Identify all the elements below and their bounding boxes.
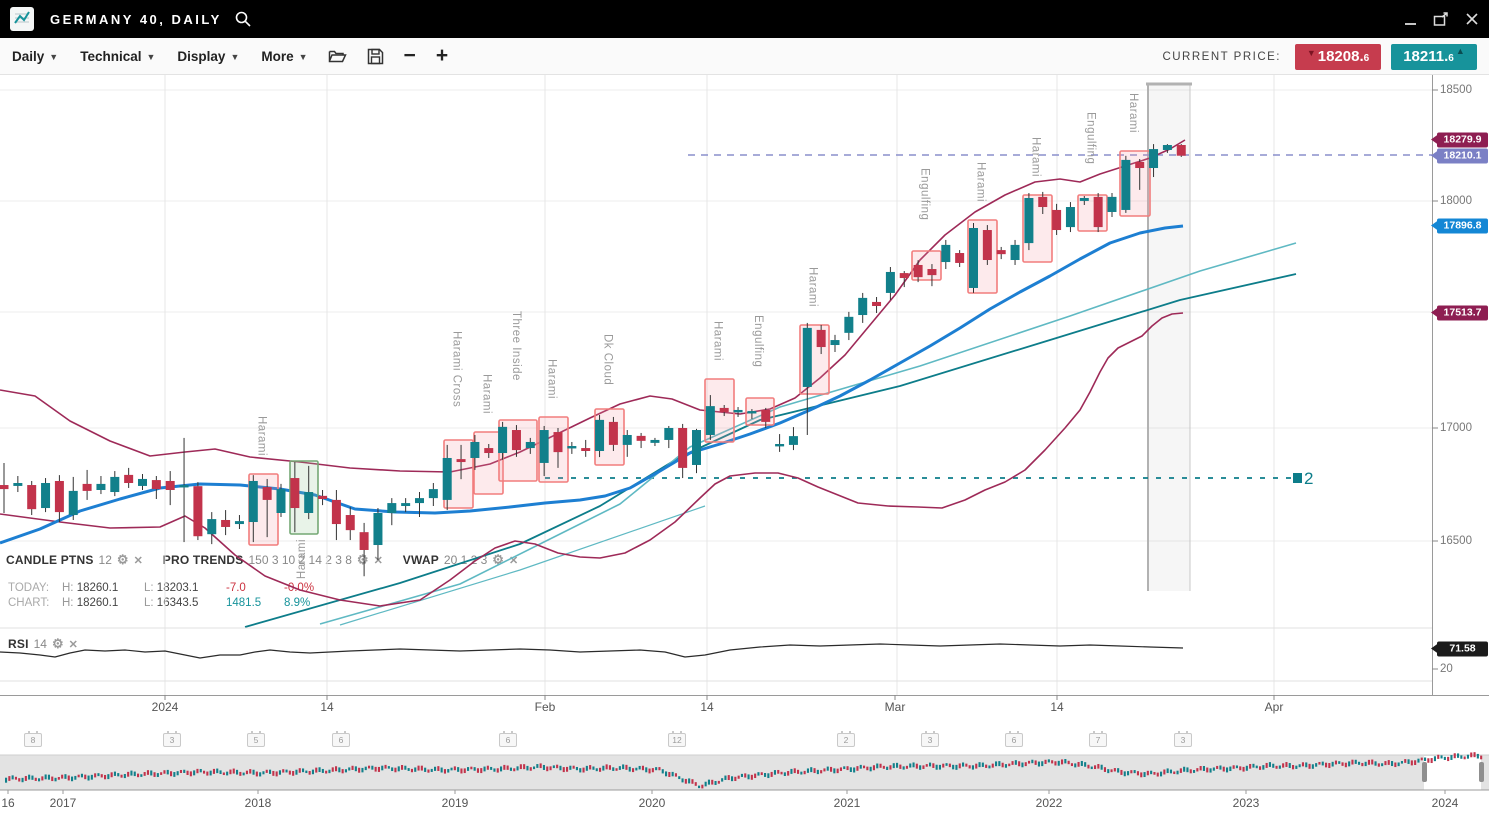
candle xyxy=(886,267,895,300)
candle xyxy=(152,476,161,499)
menu-timeframe[interactable]: Daily▼ xyxy=(12,49,58,64)
buy-price-button[interactable]: 18211.6▲ xyxy=(1391,44,1477,70)
candle xyxy=(429,483,438,506)
candle xyxy=(96,476,105,494)
candle xyxy=(41,478,50,512)
candle xyxy=(941,240,950,269)
candle xyxy=(124,468,133,488)
app-window: 2 HaramiHaramiHarami CrossHaramiThree In… xyxy=(0,0,1489,823)
popout-button[interactable] xyxy=(1433,12,1449,27)
candle xyxy=(637,433,646,448)
candle xyxy=(789,427,798,450)
candle xyxy=(831,335,840,352)
rsi-line xyxy=(0,644,1183,658)
candle xyxy=(955,250,964,267)
app-logo-icon xyxy=(10,7,34,31)
candle xyxy=(360,523,369,576)
candle xyxy=(1177,144,1186,157)
candle xyxy=(664,426,673,448)
navigator-handle[interactable] xyxy=(1479,762,1484,782)
candle xyxy=(193,482,202,540)
price-chart-canvas[interactable]: 2 xyxy=(0,0,1489,823)
candle xyxy=(581,440,590,457)
chevron-down-icon: ▼ xyxy=(146,50,155,62)
chevron-down-icon: ▼ xyxy=(230,50,239,62)
bollinger-upper-band xyxy=(0,140,1185,472)
candle xyxy=(1121,156,1130,213)
save-icon[interactable] xyxy=(367,48,384,65)
candle xyxy=(803,323,812,435)
candle xyxy=(0,463,9,513)
candle xyxy=(110,471,119,496)
candle xyxy=(13,476,22,492)
candle xyxy=(1052,204,1061,235)
candle xyxy=(650,438,659,446)
zoom-in-button[interactable]: + xyxy=(436,46,448,66)
candle xyxy=(678,424,687,478)
candle xyxy=(138,474,147,490)
bollinger-lower-band xyxy=(0,313,1183,606)
candle xyxy=(180,438,189,542)
candle xyxy=(318,490,327,505)
candle xyxy=(207,512,216,544)
candle xyxy=(692,429,701,473)
navigator-handle[interactable] xyxy=(1422,762,1427,782)
current-price-label: CURRENT PRICE: xyxy=(1162,51,1281,63)
trend-line-dark xyxy=(245,274,1296,627)
chevron-down-icon: ▼ xyxy=(49,50,58,62)
menu-technical[interactable]: Technical▼ xyxy=(80,49,155,64)
candle xyxy=(775,434,784,452)
candle xyxy=(373,508,382,560)
candle xyxy=(1066,202,1075,232)
zoom-out-button[interactable]: − xyxy=(404,46,416,66)
candle xyxy=(1011,240,1020,265)
candle xyxy=(595,415,604,457)
candle xyxy=(969,223,978,293)
candle xyxy=(1024,193,1033,250)
candle xyxy=(401,498,410,512)
candle xyxy=(387,498,396,525)
candle xyxy=(983,225,992,265)
candle xyxy=(166,471,175,505)
minimize-button[interactable] xyxy=(1404,13,1417,26)
arrow-up-icon: ▲ xyxy=(1456,46,1465,56)
candle xyxy=(346,507,355,540)
candle xyxy=(332,490,341,540)
chevron-down-icon: ▼ xyxy=(299,50,308,62)
candle xyxy=(734,407,743,417)
instrument-title: GERMANY 40, DAILY xyxy=(50,12,222,27)
search-icon[interactable] xyxy=(234,10,252,28)
moving-average-line xyxy=(0,226,1183,543)
candle xyxy=(1094,193,1103,232)
sell-price-button[interactable]: ▼18208.6 xyxy=(1295,44,1381,70)
menu-display[interactable]: Display▼ xyxy=(177,49,239,64)
candle xyxy=(872,297,881,313)
candle xyxy=(858,293,867,323)
candle xyxy=(1108,193,1117,217)
open-folder-icon[interactable] xyxy=(328,48,347,64)
menu-more[interactable]: More▼ xyxy=(261,49,307,64)
close-button[interactable] xyxy=(1465,12,1479,26)
candle xyxy=(844,312,853,340)
candle xyxy=(55,475,64,522)
candle xyxy=(69,477,78,520)
candle xyxy=(235,515,244,529)
titlebar: GERMANY 40, DAILY xyxy=(0,0,1489,38)
candle xyxy=(221,510,230,535)
arrow-down-icon: ▼ xyxy=(1307,48,1316,58)
candle xyxy=(83,470,92,500)
toolbar: Daily▼ Technical▼ Display▼ More▼ − + CUR… xyxy=(0,38,1489,75)
candle xyxy=(900,271,909,287)
vwap-line-label: 2 xyxy=(1304,469,1313,488)
candle xyxy=(997,247,1006,259)
trend-line-short xyxy=(340,506,705,625)
candle xyxy=(27,481,36,515)
